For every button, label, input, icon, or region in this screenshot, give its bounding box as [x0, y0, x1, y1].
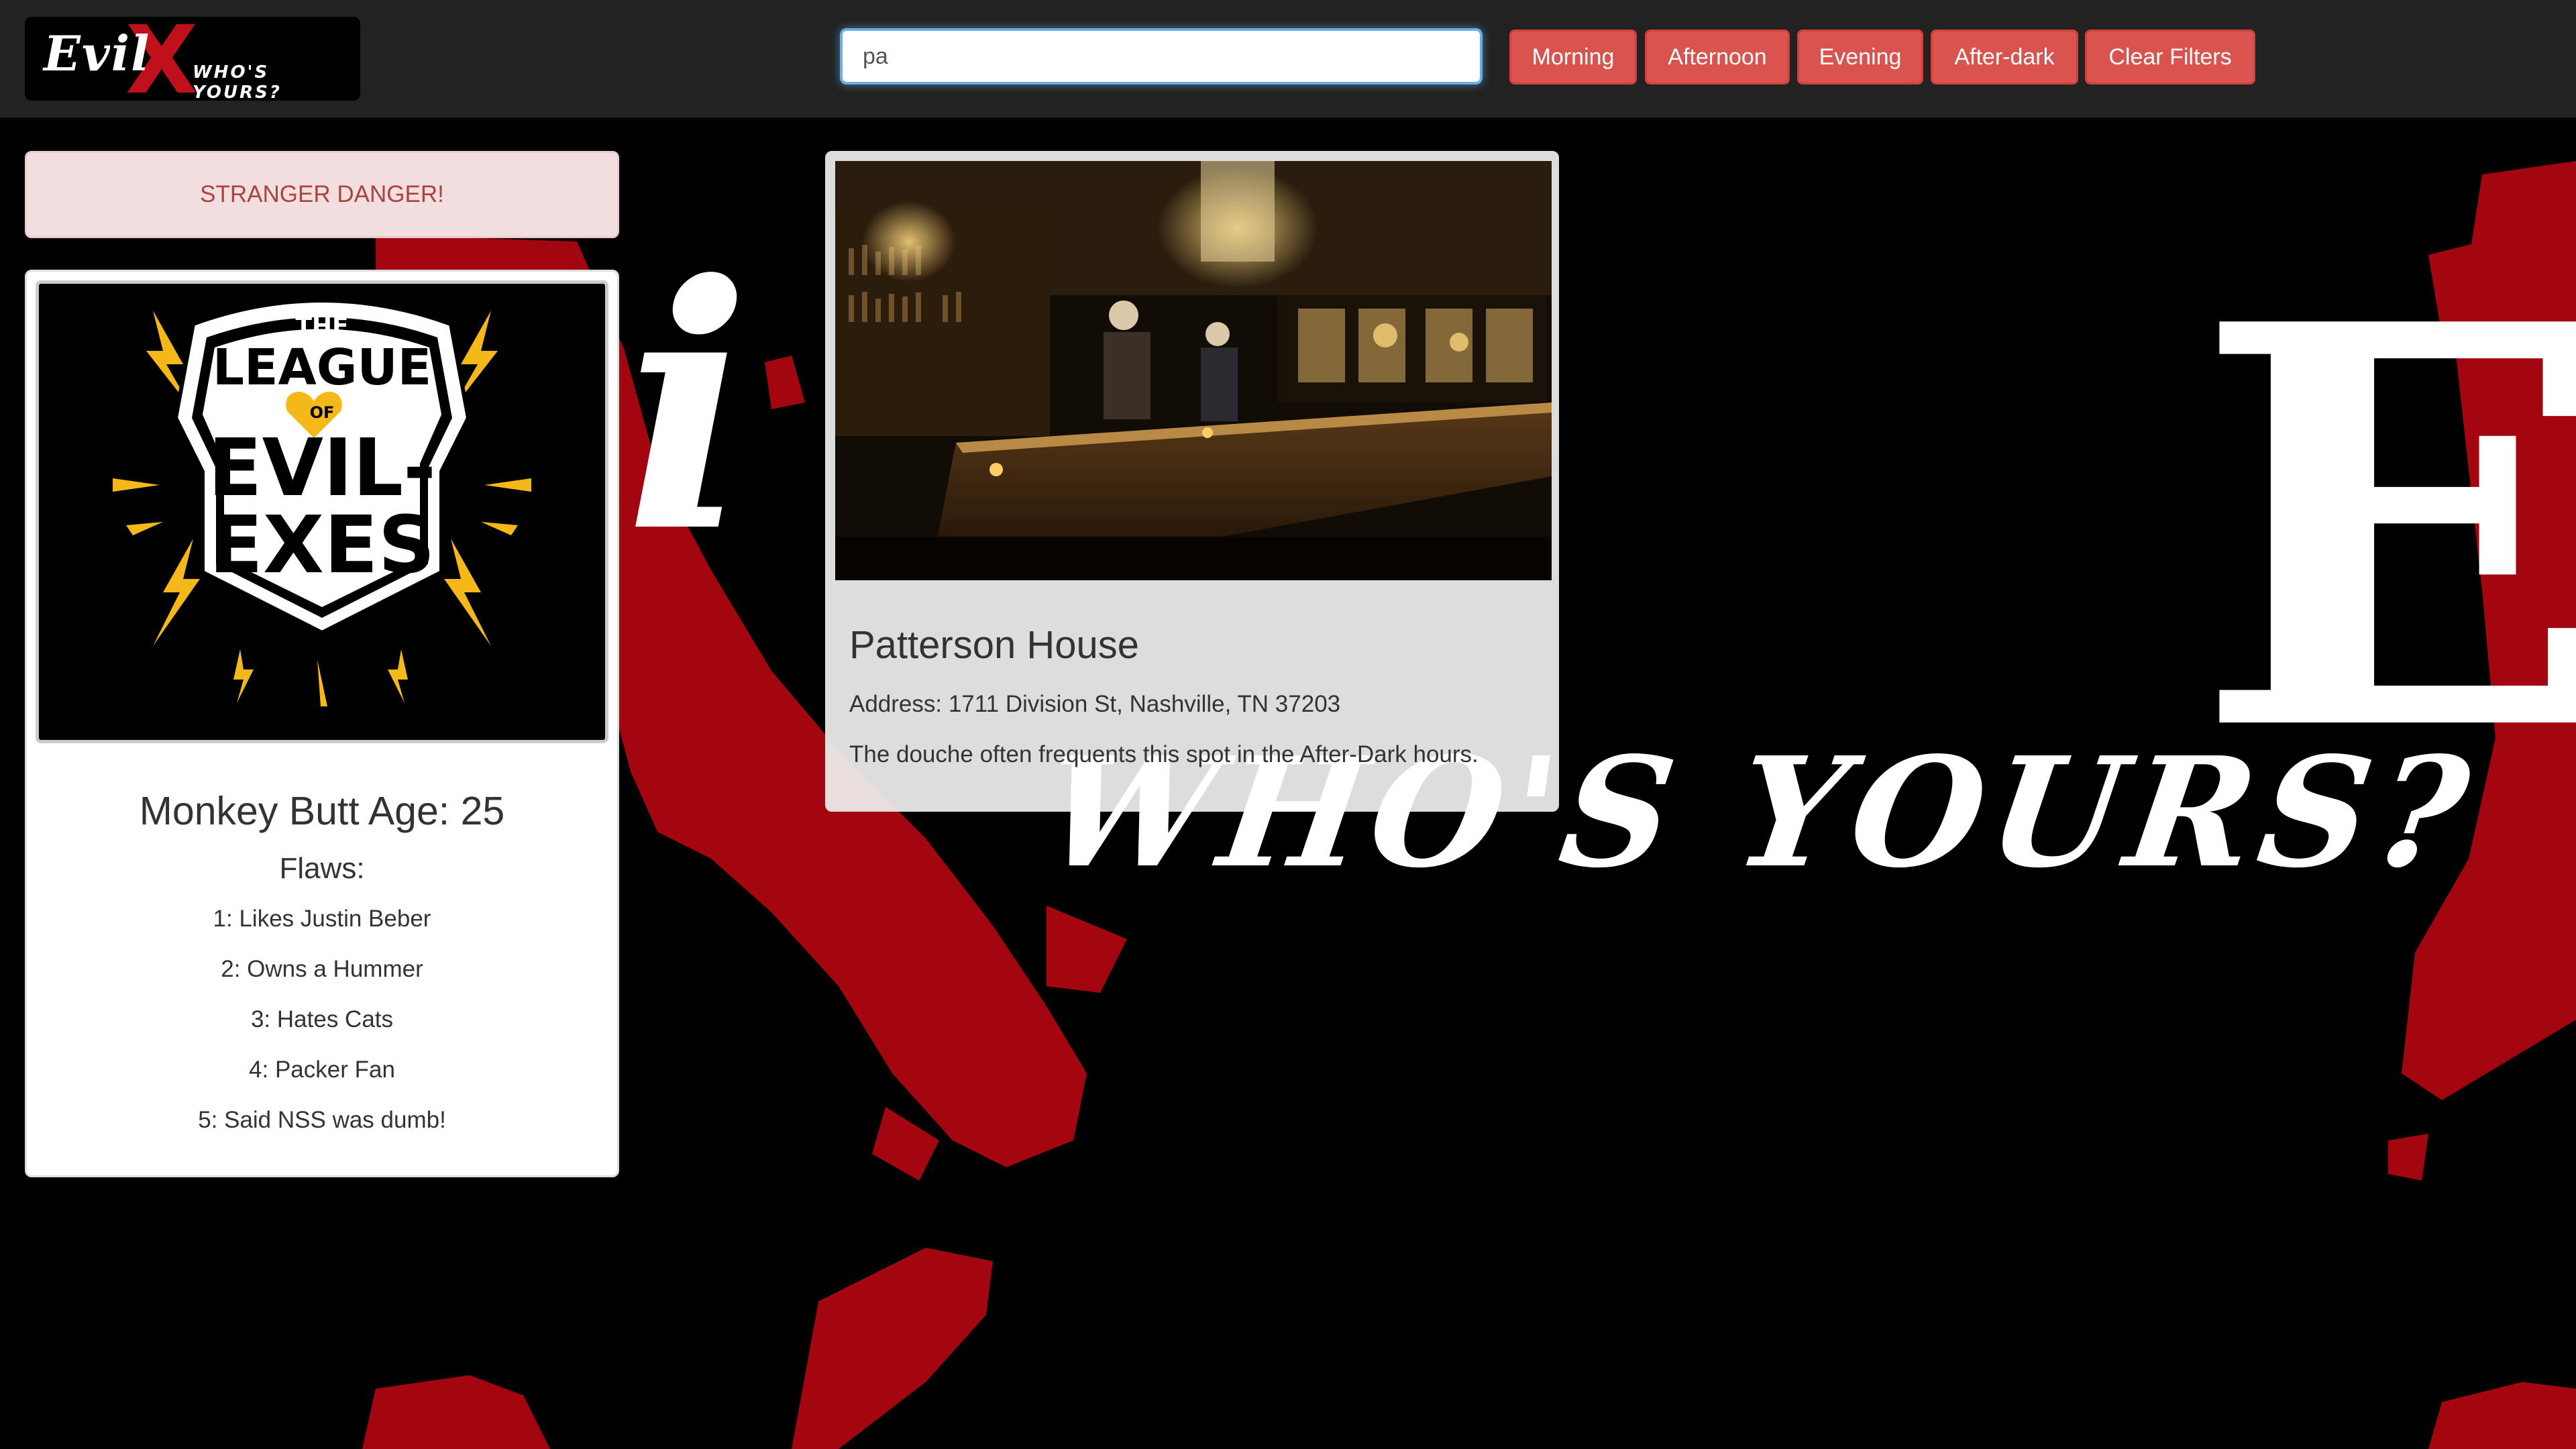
- league-logo-art: THE LEAGUE OF EVIL- EXES: [113, 299, 531, 706]
- flaw-item: 5: Said NSS was dumb!: [198, 1107, 446, 1133]
- clear-filters-button[interactable]: Clear Filters: [2085, 30, 2255, 85]
- navbar: X Evil WHO'S YOURS? Morning Afternoon Ev…: [0, 0, 2576, 119]
- logo-tagline: WHO'S YOURS?: [193, 62, 282, 101]
- league-of-evil-exes-image: THE LEAGUE OF EVIL- EXES: [36, 280, 608, 743]
- logo-word: Evil: [44, 25, 151, 82]
- filter-evening-button[interactable]: Evening: [1797, 30, 1923, 85]
- flaw-item: 4: Packer Fan: [249, 1057, 395, 1083]
- league-text-of: OF: [310, 403, 335, 422]
- background-letter-e: E: [2194, 207, 2576, 853]
- bar-interior-image: [835, 161, 1552, 580]
- league-text-exes: EXES: [209, 498, 435, 591]
- flaw-item: 1: Likes Justin Beber: [213, 906, 431, 932]
- flaw-item: 2: Owns a Hummer: [221, 956, 423, 982]
- location-address: Address: 1711 Division St, Nashville, TN…: [849, 691, 1341, 717]
- flaws-list: 1: Likes Justin Beber 2: Owns a Hummer 3…: [27, 906, 617, 1157]
- stranger-danger-alert: STRANGER DANGER!: [25, 151, 619, 238]
- profile-name-age: Monkey Butt Age: 25: [139, 789, 505, 833]
- profile-card: THE LEAGUE OF EVIL- EXES Monkey Butt Age…: [25, 270, 619, 1177]
- filter-afternoon-button[interactable]: Afternoon: [1645, 30, 1790, 85]
- filter-after-dark-button[interactable]: After-dark: [1931, 30, 2078, 85]
- brand-logo[interactable]: X Evil WHO'S YOURS?: [25, 17, 360, 101]
- flaws-heading: Flaws:: [279, 852, 365, 885]
- search-input[interactable]: [840, 28, 1483, 85]
- location-photo: [835, 161, 1552, 580]
- flaw-item: 3: Hates Cats: [250, 1006, 394, 1032]
- location-title: Patterson House: [849, 623, 1140, 667]
- league-text-the: THE: [295, 313, 348, 340]
- background-letter-i: i: [624, 212, 758, 606]
- filter-morning-button[interactable]: Morning: [1509, 30, 1637, 85]
- location-note: The douche often frequents this spot in …: [849, 741, 1479, 767]
- league-text-league: LEAGUE: [213, 339, 431, 396]
